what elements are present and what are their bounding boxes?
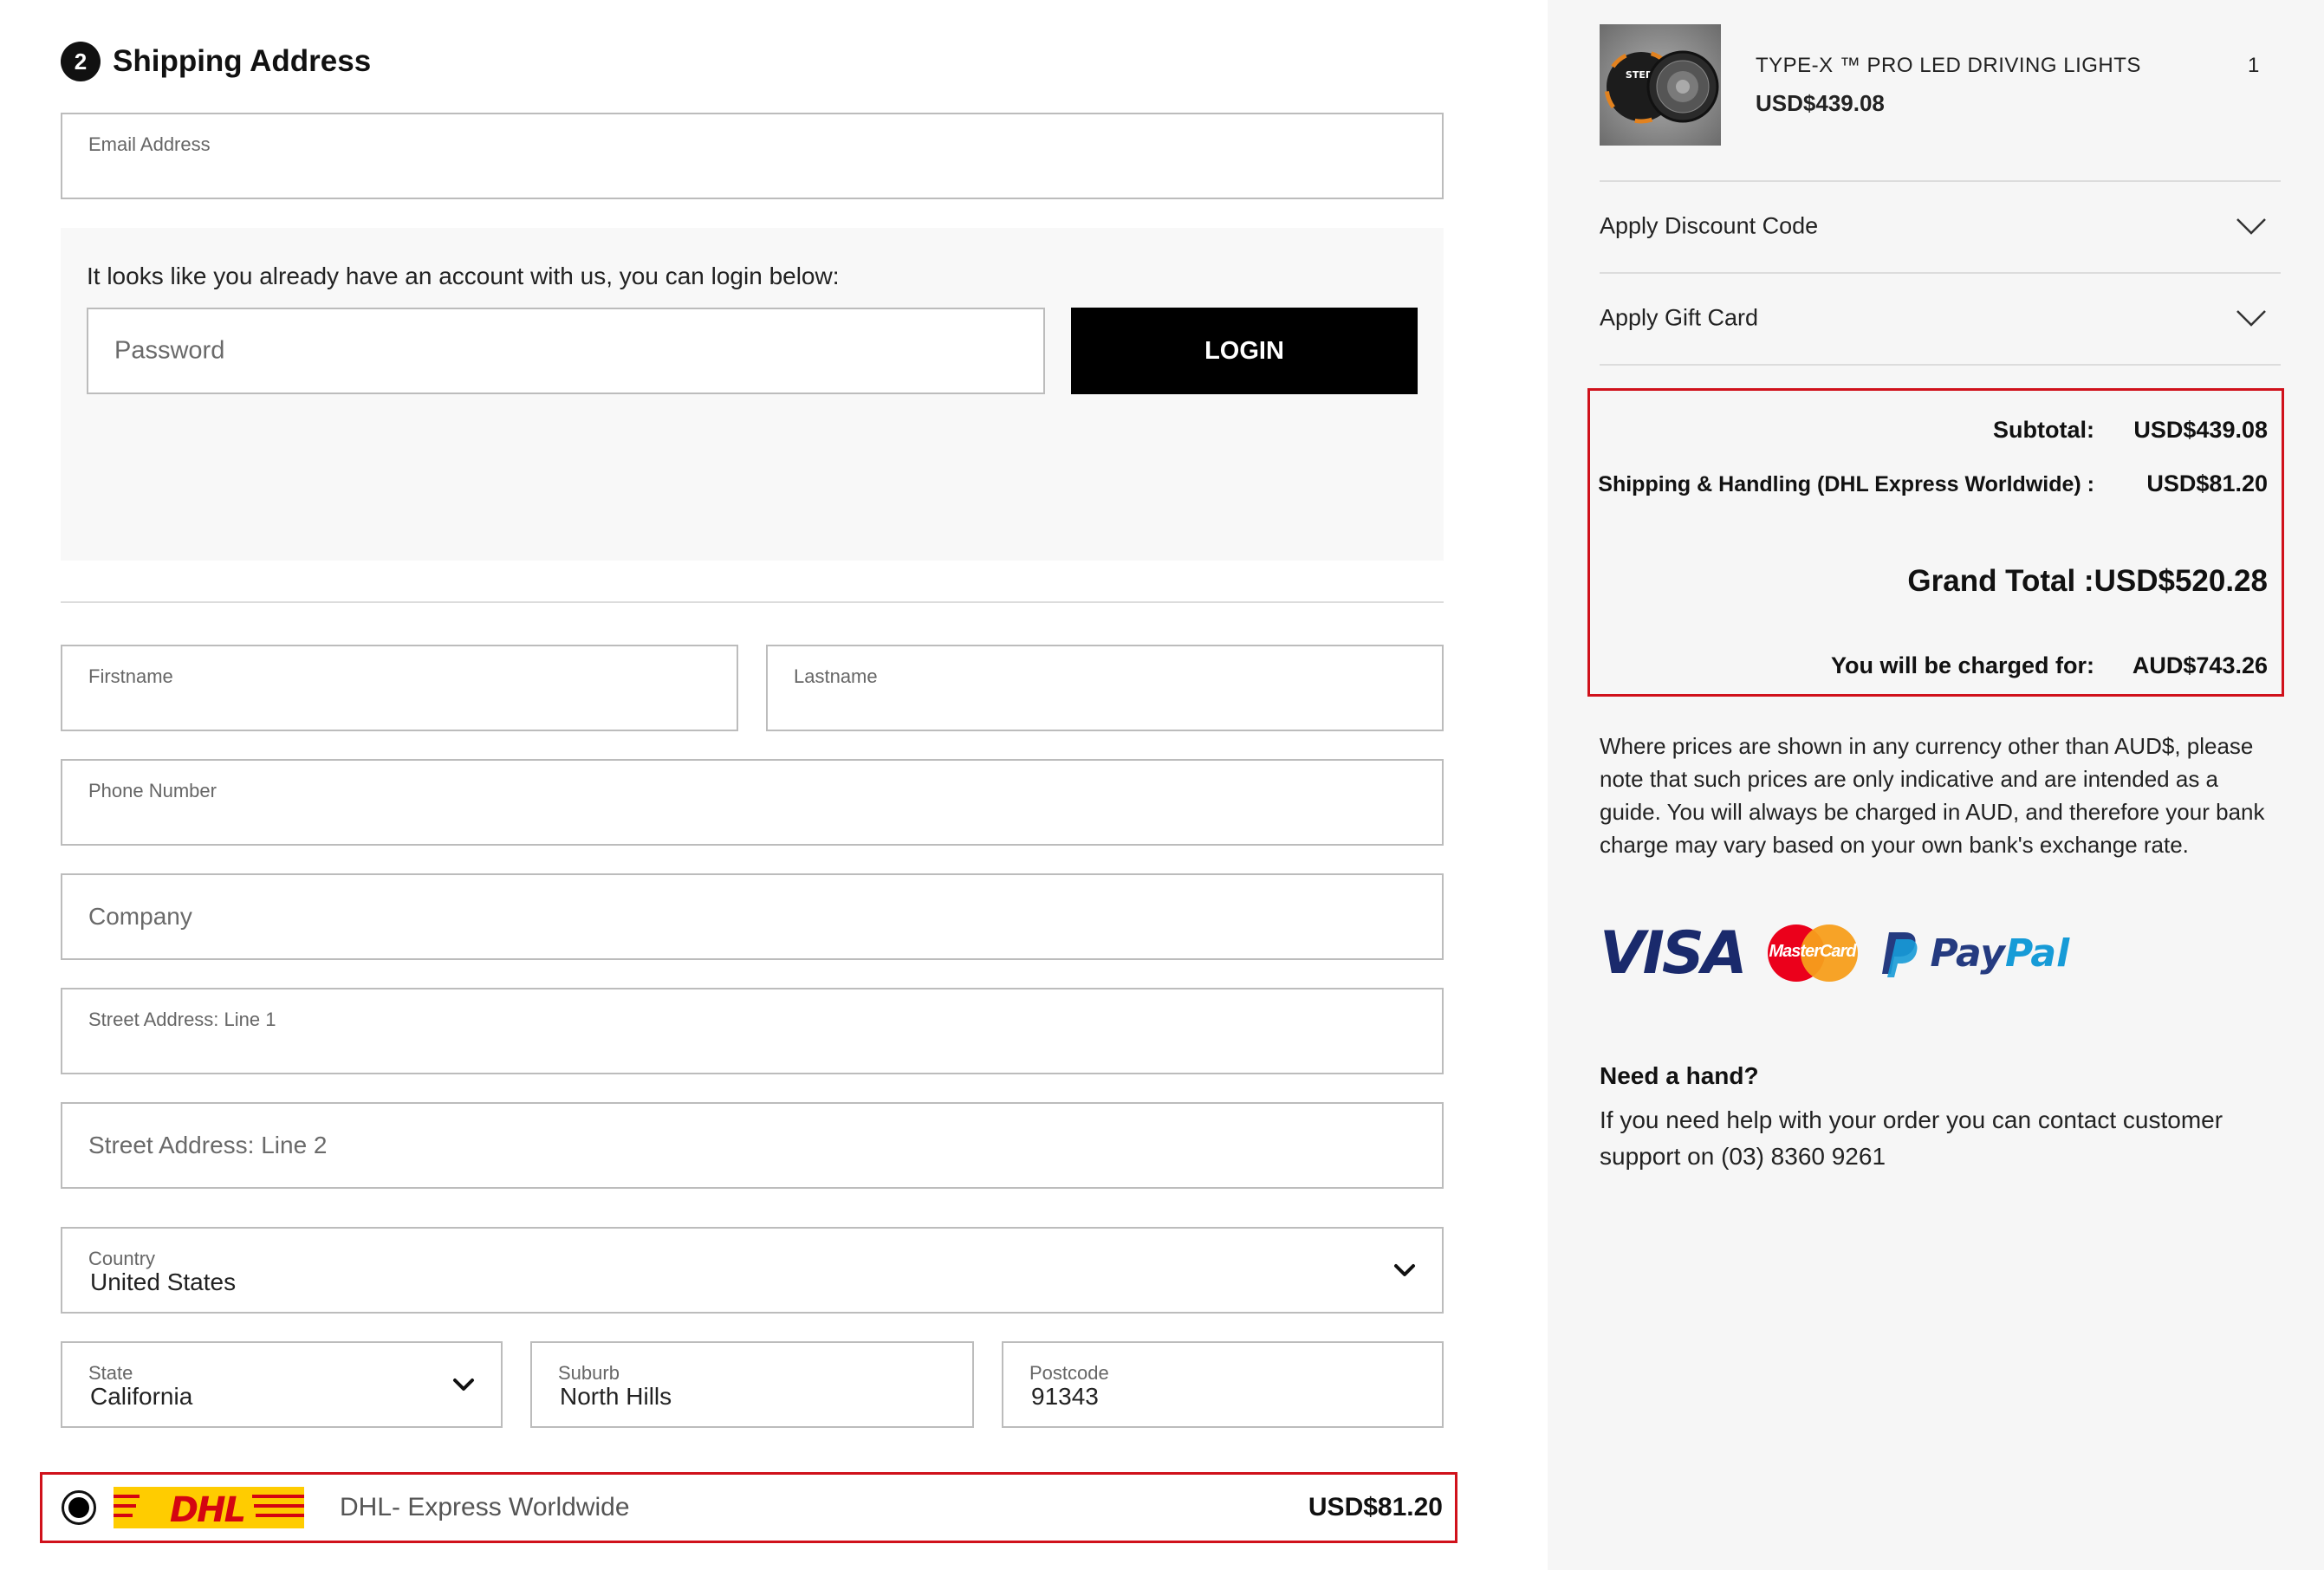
dhl-logo-text: DHL xyxy=(170,1490,244,1528)
shipping-value: USD$81.20 xyxy=(2146,470,2268,496)
chevron-down-icon xyxy=(2236,310,2266,327)
mastercard-logo: MasterCard xyxy=(1767,924,1858,982)
subtotal-value: USD$439.08 xyxy=(2133,417,2268,443)
gift-card-toggle[interactable]: Apply Gift Card xyxy=(1600,301,2281,335)
company-field[interactable]: Company xyxy=(61,873,1444,960)
subtotal-label: Subtotal: xyxy=(1993,417,2094,443)
payment-logos: VISA MasterCard PayPal xyxy=(1600,918,2069,988)
grand-total-row: Grand Total : USD$520.28 xyxy=(1907,564,2268,599)
paypal-pay-text: Pay xyxy=(1930,931,2005,976)
country-select[interactable]: Country United States xyxy=(61,1227,1444,1314)
login-button[interactable]: LOGIN xyxy=(1071,308,1418,394)
charged-row: You will be charged for: AUD$743.26 xyxy=(1831,652,2268,679)
suburb-field[interactable]: Suburb North Hills xyxy=(530,1341,974,1428)
email-label: Email Address xyxy=(88,133,211,155)
chevron-down-icon xyxy=(1394,1264,1415,1276)
shipping-option-dhl[interactable]: DHL DHL- Express Worldwide USD$81.20 xyxy=(40,1472,1457,1543)
postcode-value: 91343 xyxy=(1031,1383,1099,1410)
shipping-form: 2 Shipping Address Email Address It look… xyxy=(0,0,1548,1570)
country-label: Country xyxy=(88,1248,156,1269)
shipping-option-name: DHL- Express Worldwide xyxy=(340,1493,630,1521)
product-qty: 1 xyxy=(2248,54,2260,77)
charged-value: AUD$743.26 xyxy=(2132,652,2268,678)
phone-label: Phone Number xyxy=(88,780,217,801)
chevron-down-icon xyxy=(2236,218,2266,235)
chevron-down-icon xyxy=(453,1379,474,1391)
shipping-option-price: USD$81.20 xyxy=(1308,1493,1443,1521)
password-placeholder: Password xyxy=(114,336,225,365)
password-input[interactable]: Password xyxy=(87,308,1045,394)
paypal-icon xyxy=(1881,932,1918,977)
section-title: Shipping Address xyxy=(113,44,372,78)
shipping-row: Shipping & Handling (DHL Express Worldwi… xyxy=(1598,470,2268,497)
step-number-badge: 2 xyxy=(61,42,101,81)
firstname-field[interactable]: Firstname xyxy=(61,645,738,731)
discount-code-label: Apply Discount Code xyxy=(1600,212,1819,239)
paypal-logo: PayPal xyxy=(1880,929,2070,977)
state-label: State xyxy=(88,1362,133,1384)
currency-disclaimer: Where prices are shown in any currency o… xyxy=(1600,733,2265,858)
suburb-value: North Hills xyxy=(560,1383,672,1410)
help-text: If you need help with your order you can… xyxy=(1600,1106,2223,1170)
divider xyxy=(61,601,1444,603)
street-line2-placeholder: Street Address: Line 2 xyxy=(88,1132,328,1158)
shipping-label: Shipping & Handling (DHL Express Worldwi… xyxy=(1598,472,2094,496)
divider xyxy=(1600,364,2281,366)
gift-card-label: Apply Gift Card xyxy=(1600,304,1759,331)
state-value: California xyxy=(90,1383,193,1410)
postcode-field[interactable]: Postcode 91343 xyxy=(1002,1341,1444,1428)
step-header: 2 Shipping Address xyxy=(61,42,371,81)
order-totals: Subtotal: USD$439.08 Shipping & Handling… xyxy=(1587,388,2284,697)
street-line1-label: Street Address: Line 1 xyxy=(88,1009,276,1030)
product-name: TYPE-X ™ PRO LED DRIVING LIGHTS xyxy=(1756,54,2141,77)
grand-total-value: USD$520.28 xyxy=(2094,564,2268,598)
dhl-logo: DHL xyxy=(114,1487,304,1528)
divider xyxy=(1600,272,2281,274)
email-field[interactable]: Email Address xyxy=(61,113,1444,199)
grand-total-label: Grand Total : xyxy=(1907,564,2094,598)
product-image: STEDI xyxy=(1600,24,1721,146)
street-line1-field[interactable]: Street Address: Line 1 xyxy=(61,988,1444,1074)
country-value: United States xyxy=(90,1268,237,1295)
subtotal-row: Subtotal: USD$439.08 xyxy=(1993,417,2268,444)
login-panel: It looks like you already have an accoun… xyxy=(61,228,1444,561)
charged-label: You will be charged for: xyxy=(1830,652,2094,678)
help-title: Need a hand? xyxy=(1600,1062,1759,1089)
order-summary: STEDI TYPE-X ™ PRO LED DRIVING LIGHTS US… xyxy=(1548,0,2324,1570)
street-line2-field[interactable]: Street Address: Line 2 xyxy=(61,1102,1444,1189)
visa-logo: VISA xyxy=(1600,918,1748,988)
state-select[interactable]: State California xyxy=(61,1341,503,1428)
account-message: It looks like you already have an accoun… xyxy=(87,263,840,289)
lastname-label: Lastname xyxy=(794,665,878,687)
paypal-pal-text: Pal xyxy=(2004,931,2070,976)
lastname-field[interactable]: Lastname xyxy=(766,645,1444,731)
shipping-option-radio[interactable] xyxy=(62,1490,96,1525)
firstname-label: Firstname xyxy=(88,665,173,687)
suburb-label: Suburb xyxy=(558,1362,620,1384)
phone-field[interactable]: Phone Number xyxy=(61,759,1444,846)
discount-code-toggle[interactable]: Apply Discount Code xyxy=(1600,209,2281,243)
product-price: USD$439.08 xyxy=(1756,90,1885,116)
divider xyxy=(1600,180,2281,182)
company-placeholder: Company xyxy=(88,903,192,930)
mastercard-logo-text: MasterCard xyxy=(1769,942,1857,961)
postcode-label: Postcode xyxy=(1029,1362,1109,1384)
